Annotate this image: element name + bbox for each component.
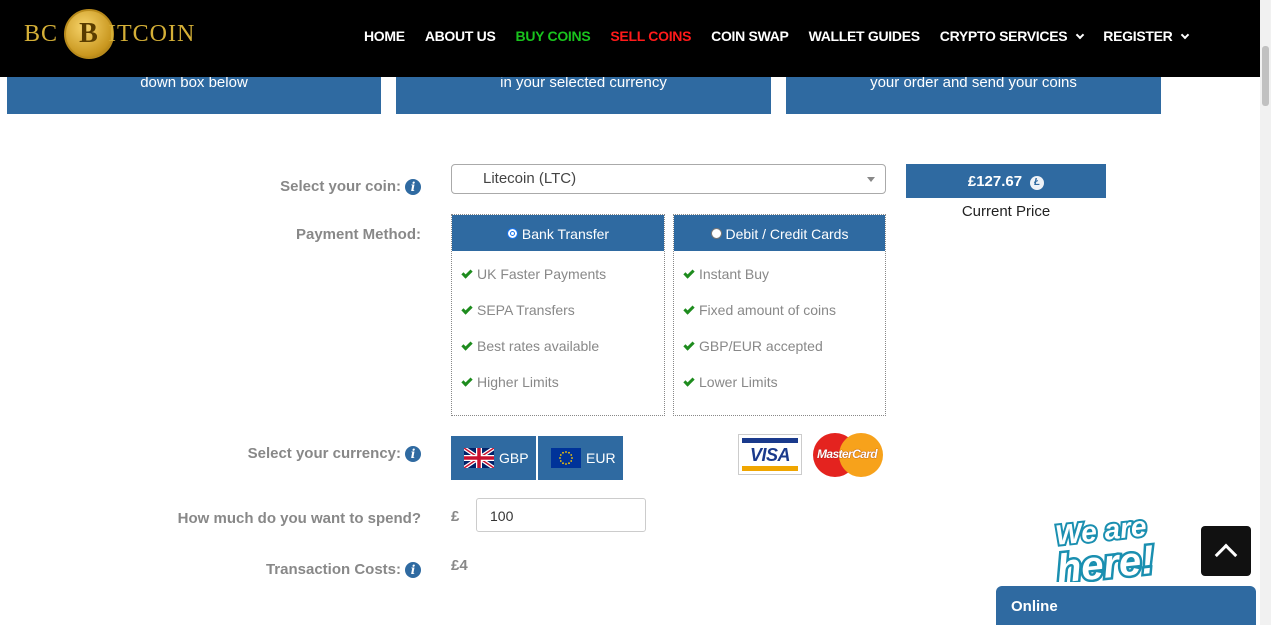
current-price-caption: Current Price xyxy=(961,203,1051,220)
nav-crypto-services[interactable]: CRYPTO SERVICES xyxy=(940,28,1085,44)
nav-buy-coins[interactable]: BUY COINS xyxy=(516,28,591,44)
spend-label: How much do you want to spend? xyxy=(177,510,421,527)
we-are-here-badge[interactable]: We are here! xyxy=(1052,508,1198,582)
spend-amount-input[interactable]: 100 xyxy=(476,498,646,532)
feature-item: Fixed amount of coins xyxy=(683,302,836,318)
nav-register[interactable]: REGISTER xyxy=(1103,28,1190,44)
check-icon xyxy=(461,339,473,351)
check-icon xyxy=(683,267,695,279)
currency-gbp-button[interactable]: GBP xyxy=(451,436,536,480)
chevron-down-icon xyxy=(1076,30,1085,40)
bank-transfer-header[interactable]: Bank Transfer xyxy=(452,215,664,251)
feature-item: Higher Limits xyxy=(461,374,559,390)
main-nav: HOME ABOUT US BUY COINS SELL COINS COIN … xyxy=(364,28,1208,44)
feature-item: Lower Limits xyxy=(683,374,778,390)
cards-header[interactable]: Debit / Credit Cards xyxy=(674,215,885,251)
back-to-top-button[interactable] xyxy=(1201,526,1251,576)
nav-about-us[interactable]: ABOUT US xyxy=(425,28,496,44)
visa-bottom-stripe xyxy=(742,466,798,471)
feature-item: UK Faster Payments xyxy=(461,266,606,282)
nav-wallet-guides[interactable]: WALLET GUIDES xyxy=(809,28,921,44)
check-icon xyxy=(461,267,473,279)
mastercard-logo: MasterCard xyxy=(811,433,883,477)
transaction-costs-label: Transaction Costs: i xyxy=(200,561,421,578)
visa-top-stripe xyxy=(742,438,798,443)
currency-eur-button[interactable]: EUR xyxy=(538,436,623,480)
mastercard-logo-text: MasterCard xyxy=(816,447,878,461)
check-icon xyxy=(683,303,695,315)
chevron-up-icon xyxy=(1214,543,1238,567)
site-logo[interactable]: BC B ITCOIN xyxy=(24,8,195,60)
visa-logo: VISA xyxy=(738,434,802,475)
chat-status-text: Online xyxy=(1011,598,1058,615)
currency-eur-label: EUR xyxy=(586,450,616,466)
feature-item: GBP/EUR accepted xyxy=(683,338,823,354)
currency-gbp-label: GBP xyxy=(499,450,529,466)
info-icon[interactable]: i xyxy=(405,179,421,195)
currency-label: Select your currency: i xyxy=(200,445,421,462)
info-icon[interactable]: i xyxy=(405,446,421,462)
nav-home[interactable]: HOME xyxy=(364,28,405,44)
check-icon xyxy=(683,375,695,387)
feature-item: Best rates available xyxy=(461,338,599,354)
nav-coin-swap[interactable]: COIN SWAP xyxy=(711,28,789,44)
coin-select[interactable]: Litecoin (LTC) xyxy=(451,164,886,194)
page-scrollbar[interactable] xyxy=(1260,0,1271,625)
check-icon xyxy=(461,303,473,315)
bitcoin-coin-icon: B xyxy=(64,9,115,59)
visa-logo-text: VISA xyxy=(749,445,791,465)
payment-option-cards[interactable]: Debit / Credit Cards Instant Buy Fixed a… xyxy=(673,214,886,416)
spend-currency-symbol: £ xyxy=(451,508,460,525)
cards-radio[interactable] xyxy=(710,228,722,239)
info-icon[interactable]: i xyxy=(405,562,421,578)
scrollbar-thumb[interactable] xyxy=(1262,46,1269,106)
dropdown-arrow-icon xyxy=(867,177,875,182)
logo-text-left: BC xyxy=(24,20,59,47)
coin-select-value: Litecoin (LTC) xyxy=(483,170,577,187)
current-price-box: £127.67 Ł xyxy=(906,164,1106,198)
chevron-down-icon xyxy=(1181,30,1190,40)
live-chat-bar[interactable]: Online xyxy=(996,586,1256,625)
check-icon xyxy=(683,339,695,351)
litecoin-icon: Ł xyxy=(1030,176,1045,190)
eu-flag-icon xyxy=(551,448,581,468)
coin-label: Select your coin: i xyxy=(200,178,421,195)
logo-text-right: ITCOIN xyxy=(108,20,196,47)
payment-option-bank-transfer[interactable]: Bank Transfer UK Faster Payments SEPA Tr… xyxy=(451,214,665,416)
feature-item: Instant Buy xyxy=(683,266,769,282)
uk-flag-icon xyxy=(464,448,494,468)
nav-sell-coins[interactable]: SELL COINS xyxy=(610,28,691,44)
site-header: BC B ITCOIN HOME ABOUT US BUY COINS SELL… xyxy=(0,0,1271,77)
transaction-costs-value: £4 xyxy=(451,557,468,574)
feature-item: SEPA Transfers xyxy=(461,302,575,318)
check-icon xyxy=(461,375,473,387)
payment-method-label: Payment Method: xyxy=(295,226,421,243)
bank-transfer-radio[interactable] xyxy=(506,228,518,239)
current-price-value: £127.67 xyxy=(967,173,1023,190)
